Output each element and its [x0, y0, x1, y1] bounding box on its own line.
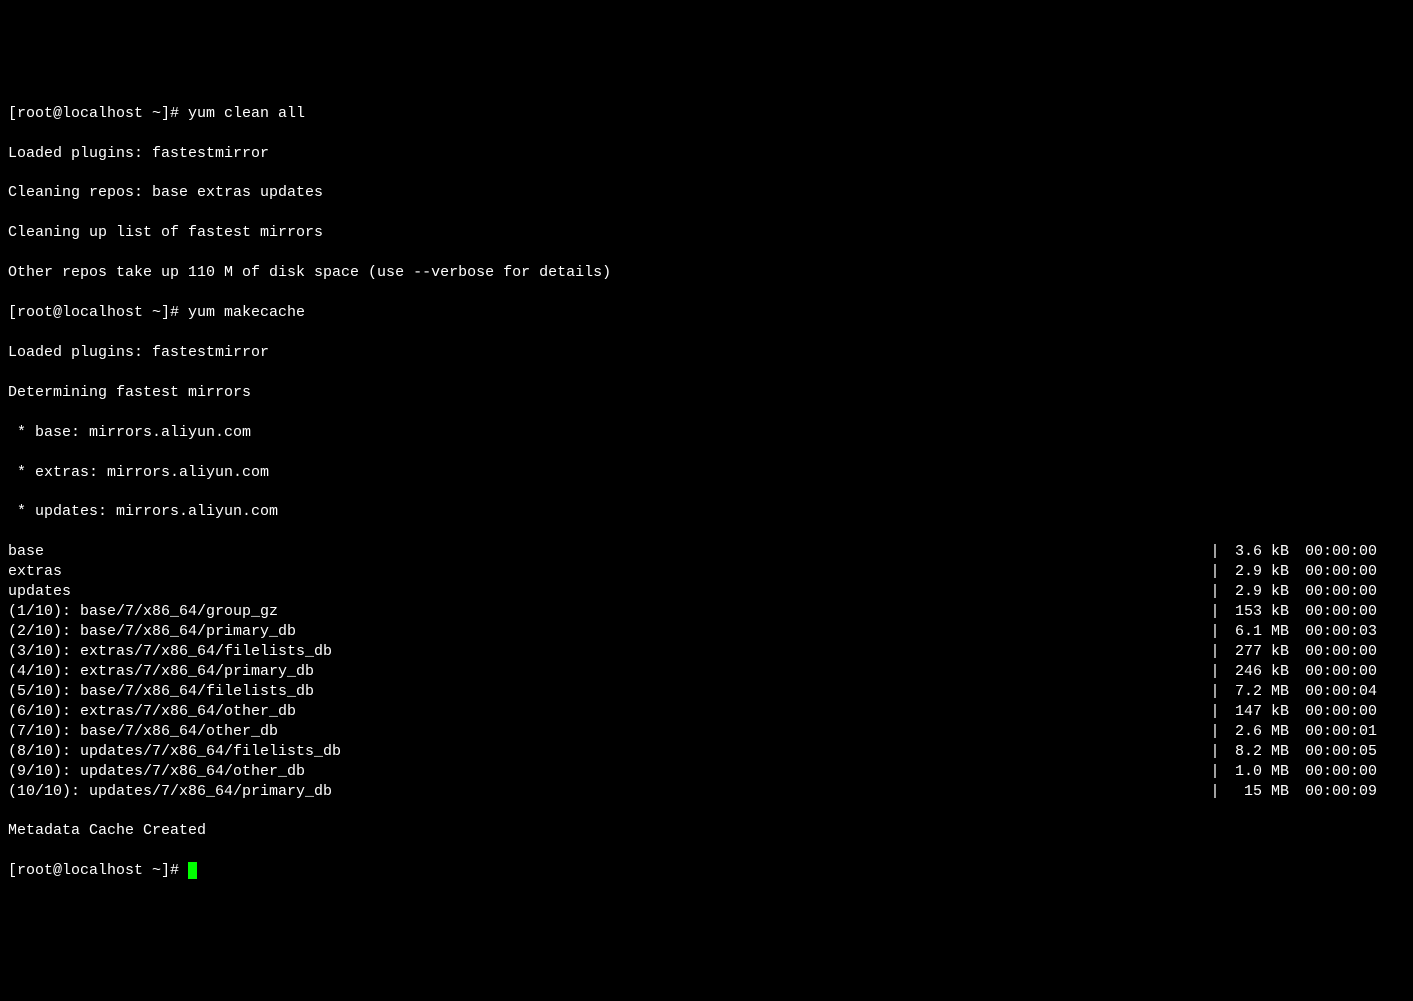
download-name: extras — [8, 562, 1205, 582]
download-name: (5/10): base/7/x86_64/filelists_db — [8, 682, 1205, 702]
output-line: Metadata Cache Created — [8, 821, 1405, 841]
download-row: (7/10): base/7/x86_64/other_db|2.6 MB00:… — [8, 722, 1405, 742]
terminal-output: [root@localhost ~]# yum clean all Loaded… — [8, 84, 1405, 901]
download-size: 8.2 MB — [1225, 742, 1295, 762]
download-size: 2.9 kB — [1225, 562, 1295, 582]
separator: | — [1205, 782, 1225, 802]
download-time: 00:00:05 — [1295, 742, 1405, 762]
download-row: (1/10): base/7/x86_64/group_gz|153 kB00:… — [8, 602, 1405, 622]
download-list: base|3.6 kB00:00:00extras|2.9 kB00:00:00… — [8, 542, 1405, 801]
separator: | — [1205, 682, 1225, 702]
download-row: (2/10): base/7/x86_64/primary_db|6.1 MB0… — [8, 622, 1405, 642]
separator: | — [1205, 722, 1225, 742]
shell-prompt: [root@localhost ~]# — [8, 304, 188, 321]
output-line: Cleaning up list of fastest mirrors — [8, 223, 1405, 243]
separator: | — [1205, 562, 1225, 582]
download-size: 2.6 MB — [1225, 722, 1295, 742]
shell-prompt: [root@localhost ~]# — [8, 105, 188, 122]
separator: | — [1205, 602, 1225, 622]
output-line: Other repos take up 110 M of disk space … — [8, 263, 1405, 283]
separator: | — [1205, 742, 1225, 762]
command-text: yum makecache — [188, 304, 305, 321]
download-time: 00:00:04 — [1295, 682, 1405, 702]
command-line-1: [root@localhost ~]# yum clean all — [8, 104, 1405, 124]
download-name: (1/10): base/7/x86_64/group_gz — [8, 602, 1205, 622]
output-line: Cleaning repos: base extras updates — [8, 183, 1405, 203]
download-row: (10/10): updates/7/x86_64/primary_db| 15… — [8, 782, 1405, 802]
separator: | — [1205, 662, 1225, 682]
download-time: 00:00:01 — [1295, 722, 1405, 742]
download-size: 15 MB — [1225, 782, 1295, 802]
separator: | — [1205, 642, 1225, 662]
download-name: (9/10): updates/7/x86_64/other_db — [8, 762, 1205, 782]
download-row: (4/10): extras/7/x86_64/primary_db|246 k… — [8, 662, 1405, 682]
download-time: 00:00:03 — [1295, 622, 1405, 642]
download-row: (6/10): extras/7/x86_64/other_db|147 kB0… — [8, 702, 1405, 722]
separator: | — [1205, 762, 1225, 782]
output-line: * extras: mirrors.aliyun.com — [8, 463, 1405, 483]
output-line: Determining fastest mirrors — [8, 383, 1405, 403]
download-size: 277 kB — [1225, 642, 1295, 662]
download-time: 00:00:00 — [1295, 582, 1405, 602]
download-name: (3/10): extras/7/x86_64/filelists_db — [8, 642, 1205, 662]
command-line-3[interactable]: [root@localhost ~]# — [8, 861, 1405, 881]
separator: | — [1205, 542, 1225, 562]
download-row: extras|2.9 kB00:00:00 — [8, 562, 1405, 582]
download-name: (6/10): extras/7/x86_64/other_db — [8, 702, 1205, 722]
command-text: yum clean all — [188, 105, 305, 122]
download-time: 00:00:00 — [1295, 562, 1405, 582]
download-time: 00:00:00 — [1295, 662, 1405, 682]
download-time: 00:00:09 — [1295, 782, 1405, 802]
download-time: 00:00:00 — [1295, 542, 1405, 562]
command-line-2: [root@localhost ~]# yum makecache — [8, 303, 1405, 323]
download-name: (7/10): base/7/x86_64/other_db — [8, 722, 1205, 742]
download-name: (10/10): updates/7/x86_64/primary_db — [8, 782, 1205, 802]
download-time: 00:00:00 — [1295, 602, 1405, 622]
download-name: (8/10): updates/7/x86_64/filelists_db — [8, 742, 1205, 762]
download-name: updates — [8, 582, 1205, 602]
download-row: base|3.6 kB00:00:00 — [8, 542, 1405, 562]
separator: | — [1205, 582, 1225, 602]
download-row: (9/10): updates/7/x86_64/other_db|1.0 MB… — [8, 762, 1405, 782]
download-name: (4/10): extras/7/x86_64/primary_db — [8, 662, 1205, 682]
separator: | — [1205, 702, 1225, 722]
cursor-icon — [188, 862, 197, 879]
download-time: 00:00:00 — [1295, 762, 1405, 782]
output-line: * base: mirrors.aliyun.com — [8, 423, 1405, 443]
download-size: 246 kB — [1225, 662, 1295, 682]
download-row: (3/10): extras/7/x86_64/filelists_db|277… — [8, 642, 1405, 662]
download-size: 3.6 kB — [1225, 542, 1295, 562]
download-size: 1.0 MB — [1225, 762, 1295, 782]
output-line: Loaded plugins: fastestmirror — [8, 343, 1405, 363]
output-line: * updates: mirrors.aliyun.com — [8, 502, 1405, 522]
download-row: (8/10): updates/7/x86_64/filelists_db|8.… — [8, 742, 1405, 762]
download-size: 7.2 MB — [1225, 682, 1295, 702]
download-row: updates|2.9 kB00:00:00 — [8, 582, 1405, 602]
download-size: 6.1 MB — [1225, 622, 1295, 642]
download-name: base — [8, 542, 1205, 562]
download-size: 153 kB — [1225, 602, 1295, 622]
separator: | — [1205, 622, 1225, 642]
download-size: 2.9 kB — [1225, 582, 1295, 602]
download-size: 147 kB — [1225, 702, 1295, 722]
shell-prompt: [root@localhost ~]# — [8, 862, 188, 879]
download-name: (2/10): base/7/x86_64/primary_db — [8, 622, 1205, 642]
download-row: (5/10): base/7/x86_64/filelists_db|7.2 M… — [8, 682, 1405, 702]
output-line: Loaded plugins: fastestmirror — [8, 144, 1405, 164]
download-time: 00:00:00 — [1295, 642, 1405, 662]
download-time: 00:00:00 — [1295, 702, 1405, 722]
